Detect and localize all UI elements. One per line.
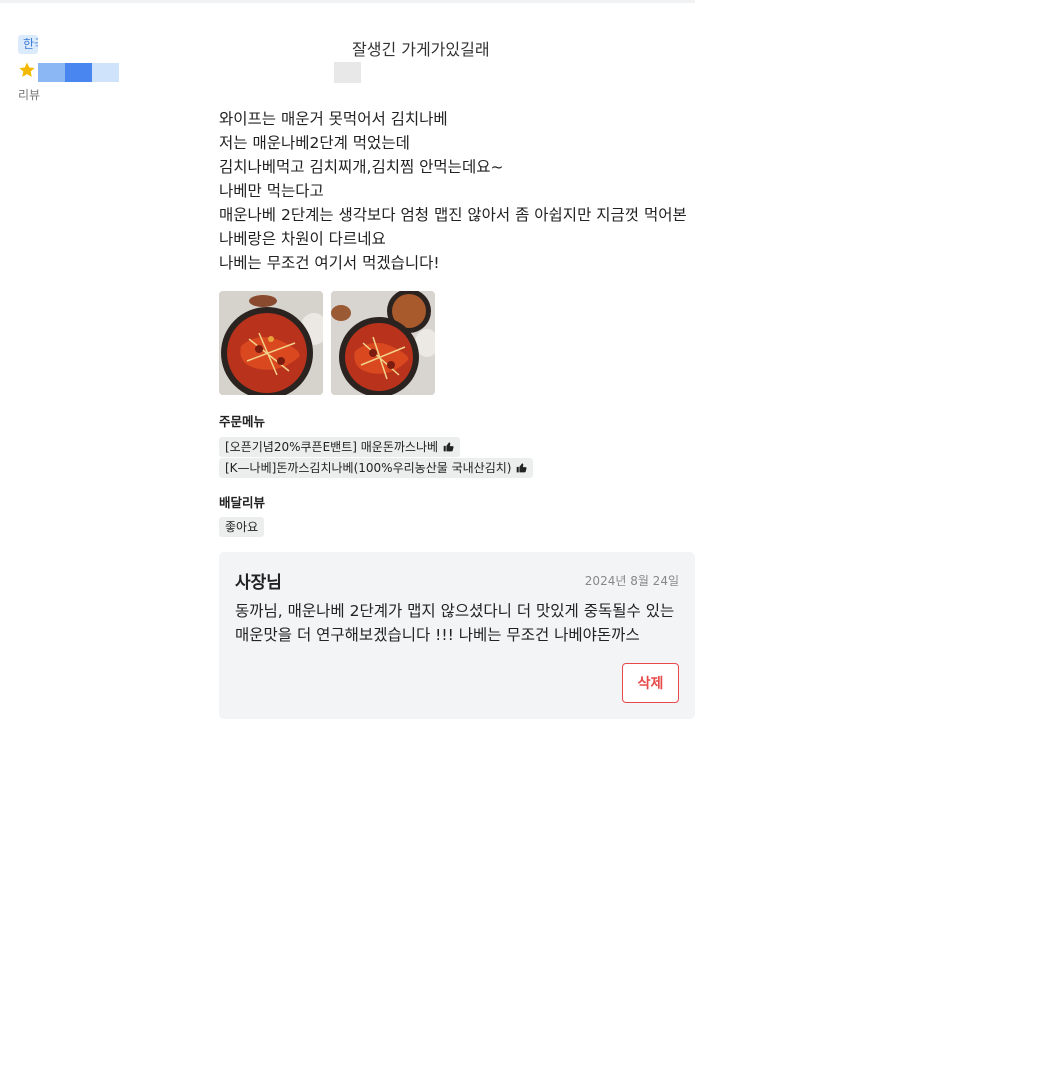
review-photo-1[interactable] (219, 291, 323, 395)
order-menu-chip: [오픈기념20%쿠픈E밴트] 매운돈까스나베 (219, 436, 461, 457)
review-count-label: 리뷰 (18, 88, 41, 102)
reply-text-line: 동까님, 매운나베 2단계가 맵지 않으셨다니 더 맛있게 중독될수 있는 (235, 602, 675, 620)
order-menu-label: 주문메뉴 (219, 414, 266, 429)
review-text-line: 나베만 먹는다고 (219, 182, 324, 200)
reply-date: 2024년 8월 24일 (584, 574, 679, 588)
review-photo-2[interactable] (331, 291, 435, 395)
masked-region (92, 63, 119, 82)
thumbs-up-icon (516, 462, 528, 473)
star-icon (18, 61, 36, 79)
review-text-line: 저는 매운나베2단계 먹었는데 (219, 134, 410, 152)
order-menu-item: [오픈기념20%쿠픈E밴트] 매운돈까스나베 (225, 440, 439, 454)
masked-region (38, 63, 65, 82)
owner-reply-box: 사장님 2024년 8월 24일 동까님, 매운나베 2단계가 맵지 않으셨다니… (219, 552, 695, 719)
review-text-line: 나베랑은 차원이 다르네요 (219, 230, 386, 248)
review-text-line: 와이프는 매운거 못먹어서 김치나베 (219, 110, 448, 128)
masked-region (65, 63, 92, 82)
delete-reply-button[interactable]: 삭제 (622, 663, 679, 703)
review-title: 잘생긴 가게가있길래 (352, 40, 490, 59)
order-menu-list: [오픈기념20%쿠픈E밴트] 매운돈까스나베 [K—나베]돈까스김치나베(100… (219, 436, 534, 478)
review-photos (219, 291, 435, 395)
review-text-line: 매운나베 2단계는 생각보다 엄청 맵진 않아서 좀 아쉽지만 지금껏 먹어본 (219, 206, 687, 224)
order-menu-chip: [K—나베]돈까스김치나베(100%우리농산물 국내산김치) (219, 457, 534, 478)
reply-author: 사장님 (235, 573, 282, 593)
delivery-review-chip: 좋아요 (219, 516, 265, 537)
reply-text-line: 매운맛을 더 연구해보겠습니다 !!! 나베는 무조건 나베야돈까스 (235, 626, 640, 644)
top-divider (0, 0, 695, 3)
review-text-line: 김치나베먹고 김치찌개,김치찜 안먹는데요~ (219, 158, 504, 176)
review-text-line: 나베는 무조건 여기서 먹겠습니다! (219, 254, 440, 272)
order-menu-item: [K—나베]돈까스김치나베(100%우리농산물 국내산김치) (225, 461, 512, 475)
reply-text: 동까님, 매운나베 2단계가 맵지 않으셨다니 더 맛있게 중독될수 있는 매운… (235, 599, 685, 647)
masked-region (334, 62, 361, 83)
thumbs-up-icon (443, 441, 454, 452)
language-badge: 한국어 (18, 35, 38, 54)
delivery-review-label: 배달리뷰 (219, 495, 266, 510)
review-body: 와이프는 매운거 못먹어서 김치나베 저는 매운나베2단계 먹었는데 김치나베먹… (219, 107, 699, 275)
